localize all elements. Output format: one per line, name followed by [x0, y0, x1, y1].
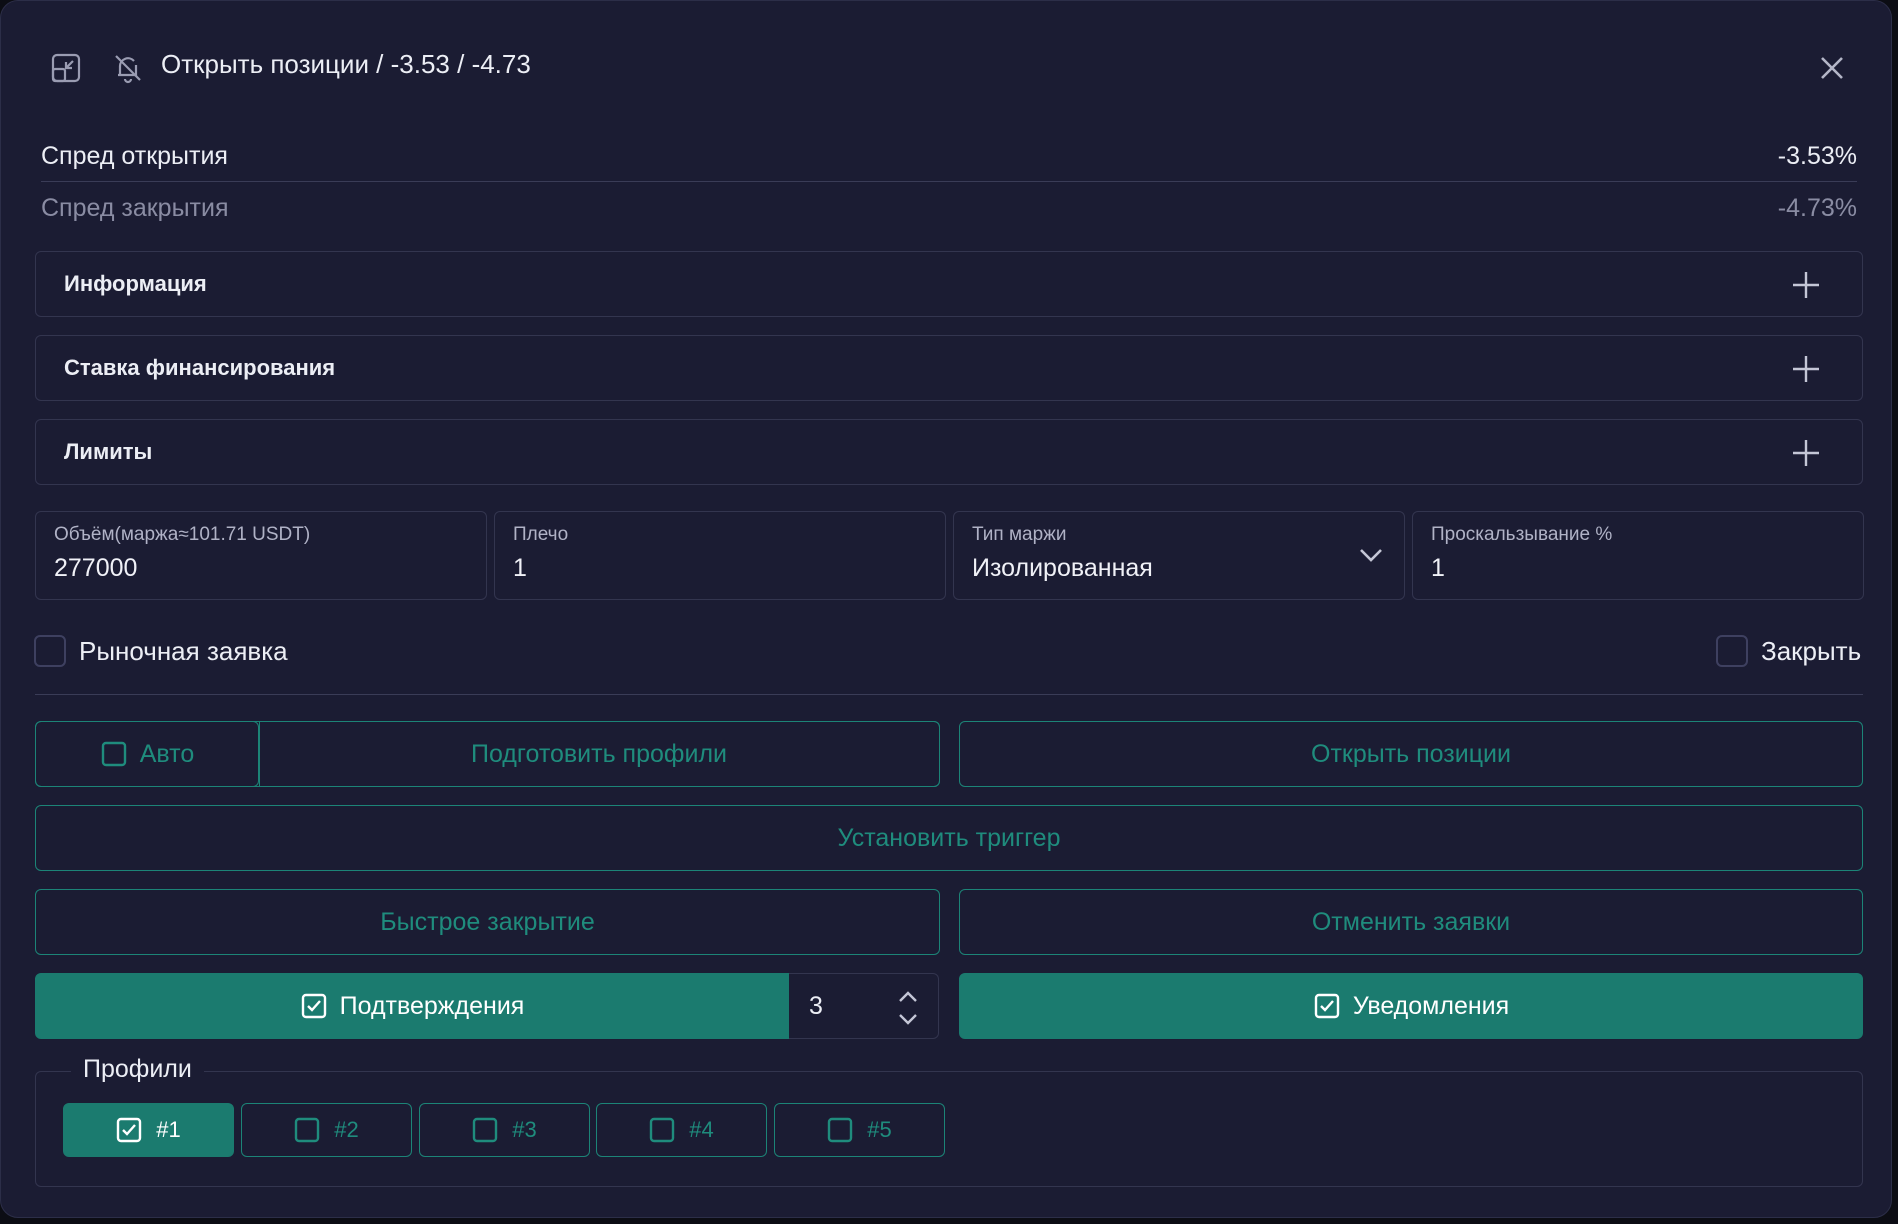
open-spread-row: Спред открытия -3.53%: [41, 132, 1857, 182]
margin-type-value[interactable]: Изолированная: [972, 554, 1386, 583]
chevron-up-icon[interactable]: [897, 990, 919, 1004]
quick-close-button[interactable]: Быстрое закрытие: [35, 889, 940, 955]
margin-type-label: Тип маржи: [972, 524, 1067, 545]
divider: [35, 694, 1863, 695]
market-order-label: Рыночная заявка: [79, 636, 288, 666]
checkbox-empty-icon: [828, 1117, 853, 1143]
confirmations-stepper[interactable]: 3: [789, 973, 939, 1039]
close-checkbox[interactable]: [1716, 635, 1748, 667]
open-spread-value: -3.53%: [1777, 142, 1857, 170]
leverage-label: Плечо: [513, 524, 569, 545]
confirmations-label: Подтверждения: [339, 991, 525, 1020]
slippage-field[interactable]: Проскальзывание % 1: [1412, 511, 1864, 600]
profiles-title: Профили: [71, 1055, 204, 1084]
section-information[interactable]: Информация: [35, 251, 1863, 317]
slippage-label: Проскальзывание %: [1431, 524, 1613, 545]
section-label: Ставка финансирования: [64, 355, 336, 380]
dialog-title: Открыть позиции / -3.53 / -4.73: [161, 49, 531, 79]
checkbox-empty-icon: [295, 1117, 320, 1143]
notifications-label: Уведомления: [1352, 991, 1510, 1020]
margin-type-select[interactable]: Тип маржи Изолированная: [953, 511, 1405, 600]
set-trigger-button[interactable]: Установить триггер: [35, 805, 1863, 871]
notifications-button[interactable]: Уведомления: [959, 973, 1863, 1039]
button-group-divider: [259, 721, 260, 787]
prepare-profiles-label: Подготовить профили: [470, 739, 727, 768]
confirmations-count[interactable]: 3: [809, 992, 823, 1021]
profile-label: #1: [156, 1117, 181, 1142]
leverage-field[interactable]: Плечо 1: [494, 511, 946, 600]
confirmations-button[interactable]: Подтверждения: [35, 973, 789, 1039]
close-icon[interactable]: [1813, 49, 1851, 87]
prepare-profiles-button[interactable]: Подготовить профили: [259, 721, 940, 787]
section-label: Лимиты: [64, 439, 153, 464]
checkbox-checked-icon: [117, 1117, 142, 1143]
profile-1-toggle[interactable]: #1: [63, 1103, 234, 1157]
profile-label: #4: [689, 1117, 714, 1142]
profile-4-toggle[interactable]: #4: [596, 1103, 767, 1157]
cancel-orders-label: Отменить заявки: [1311, 907, 1511, 936]
profile-3-toggle[interactable]: #3: [419, 1103, 590, 1157]
open-positions-dialog: Открыть позиции / -3.53 / -4.73 Спред от…: [0, 0, 1892, 1218]
plus-icon: [1793, 356, 1819, 382]
plus-icon: [1793, 272, 1819, 298]
collapse-icon[interactable]: [49, 51, 83, 85]
open-positions-label: Открыть позиции: [1311, 739, 1511, 768]
set-trigger-label: Установить триггер: [837, 823, 1061, 852]
section-funding-rate[interactable]: Ставка финансирования: [35, 335, 1863, 401]
close-spread-label: Спред закрытия: [41, 193, 229, 222]
close-spread-row: Спред закрытия -4.73%: [41, 183, 1857, 233]
profile-label: #3: [512, 1117, 537, 1142]
cancel-orders-button[interactable]: Отменить заявки: [959, 889, 1863, 955]
market-order-checkbox[interactable]: [34, 635, 66, 667]
profile-label: #5: [867, 1117, 892, 1142]
close-label: Закрыть: [1761, 636, 1862, 666]
slippage-value[interactable]: 1: [1431, 554, 1845, 583]
close-spread-value: -4.73%: [1777, 193, 1857, 222]
checkbox-checked-icon: [1314, 993, 1340, 1019]
volume-field[interactable]: Объём(маржа≈101.71 USDT) 277000: [35, 511, 487, 600]
checkbox-empty-icon: [473, 1117, 498, 1143]
checkbox-empty-icon: [650, 1117, 675, 1143]
quick-close-label: Быстрое закрытие: [380, 907, 595, 936]
section-label: Информация: [64, 271, 207, 296]
plus-icon: [1793, 440, 1819, 466]
bell-off-icon[interactable]: [111, 51, 145, 85]
chevron-down-icon[interactable]: [1358, 546, 1384, 564]
profile-2-toggle[interactable]: #2: [241, 1103, 412, 1157]
open-positions-button[interactable]: Открыть позиции: [959, 721, 1863, 787]
open-spread-label: Спред открытия: [41, 142, 228, 170]
profile-label: #2: [334, 1117, 359, 1142]
volume-value[interactable]: 277000: [54, 554, 468, 583]
volume-label: Объём(маржа≈101.71 USDT): [54, 524, 311, 545]
section-limits[interactable]: Лимиты: [35, 419, 1863, 485]
chevron-down-icon[interactable]: [897, 1012, 919, 1026]
leverage-value[interactable]: 1: [513, 554, 927, 583]
checkbox-empty-icon: [101, 741, 126, 767]
profile-5-toggle[interactable]: #5: [774, 1103, 945, 1157]
checkbox-checked-icon: [301, 993, 326, 1019]
auto-label: Авто: [139, 739, 195, 768]
auto-toggle-button[interactable]: Авто: [35, 721, 259, 787]
